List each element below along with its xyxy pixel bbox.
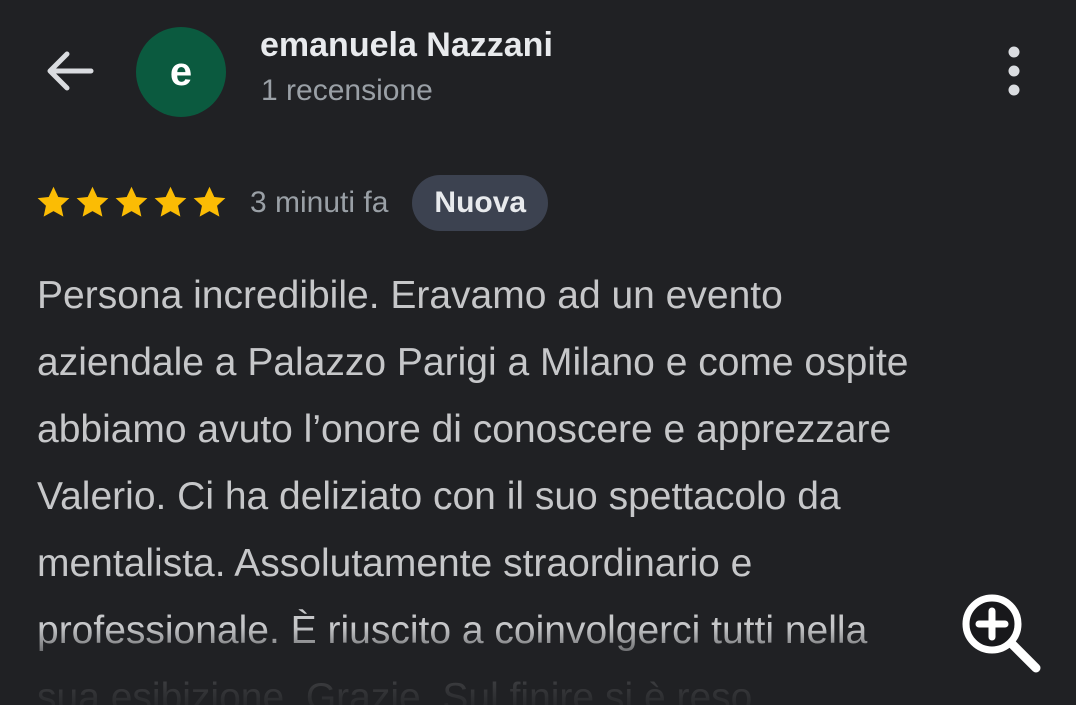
avatar-letter: e	[169, 50, 193, 94]
review-detail-screen: e emanuela Nazzani 1 recensione 3 minuti…	[0, 0, 1076, 705]
star-icon	[115, 186, 148, 217]
more-options-button[interactable]	[992, 42, 1036, 100]
star-rating	[35, 184, 228, 221]
review-time: 3 minuti fa	[250, 185, 389, 219]
review-count: 1 recensione	[261, 74, 433, 107]
star-icon	[76, 186, 109, 217]
star-icon	[37, 186, 70, 217]
more-vert-icon	[1008, 46, 1020, 96]
rating-row: 3 minuti fa Nuova	[35, 174, 549, 231]
avatar[interactable]: e	[136, 27, 226, 117]
back-button[interactable]	[38, 42, 100, 100]
review-text: Persona incredibile. Eravamo ad un event…	[37, 274, 909, 705]
zoom-in-icon	[962, 594, 1041, 673]
reviewer-name[interactable]: emanuela Nazzani	[260, 26, 553, 65]
star-icon	[154, 186, 187, 217]
zoom-button[interactable]	[956, 590, 1046, 676]
star-icon	[193, 186, 226, 217]
arrow-back-icon	[47, 51, 94, 91]
new-badge: Nuova	[412, 174, 549, 231]
